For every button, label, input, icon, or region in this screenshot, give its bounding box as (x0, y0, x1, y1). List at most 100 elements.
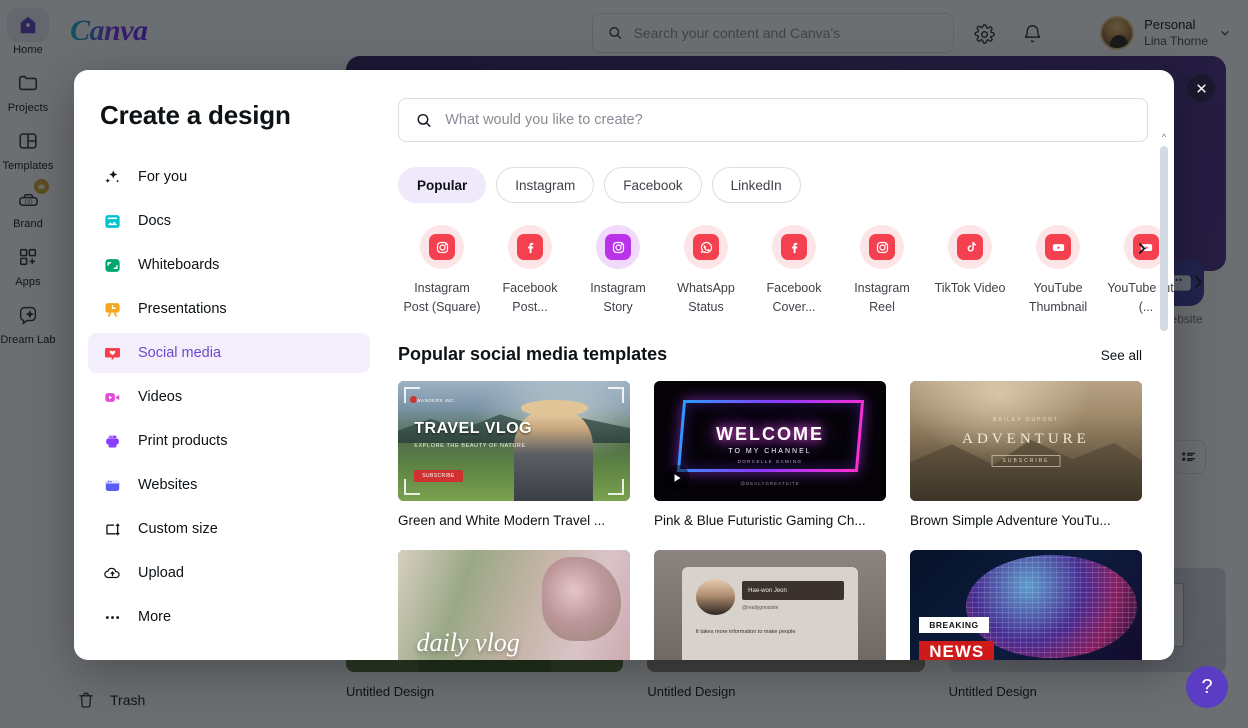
close-icon (1196, 83, 1206, 93)
template-card[interactable]: daily vlog (398, 549, 630, 660)
template-art-news-word: NEWS (919, 640, 995, 660)
nav-item-videos[interactable]: Videos (88, 377, 370, 417)
scrollbar-thumb[interactable] (1160, 146, 1168, 331)
nav-item-presentations[interactable]: Presentations (88, 289, 370, 329)
template-art-title: TRAVEL VLOG (414, 420, 533, 438)
nav-item-social-media[interactable]: Social media (88, 333, 370, 373)
nav-item-print-products[interactable]: Print products (88, 421, 370, 461)
design-type-instagram-story[interactable]: Instagram Story (574, 225, 662, 318)
template-thumbnail: daily vlog (398, 549, 630, 660)
template-art-title: ADVENTURE (962, 431, 1090, 448)
nav-label: Custom size (138, 521, 218, 537)
design-type-label: WhatsApp Status (677, 281, 735, 315)
design-type-instagram-reel[interactable]: Instagram Reel (838, 225, 926, 318)
design-type-label: Instagram Reel (854, 281, 910, 315)
nav-item-whiteboards[interactable]: Whiteboards (88, 245, 370, 285)
template-card[interactable]: BREAKING NEWS (910, 549, 1142, 660)
design-type-circle (948, 225, 992, 269)
see-all-link[interactable]: See all (1101, 348, 1142, 363)
design-type-whatsapp-status[interactable]: WhatsApp Status (662, 225, 750, 318)
chip-instagram[interactable]: Instagram (496, 167, 595, 203)
template-grid: WANDERS INC. TRAVEL VLOG EXPLORE THE BEA… (398, 380, 1148, 660)
chip-label: Facebook (623, 177, 683, 193)
modal-sidebar: Create a design For you Docs Whiteboards (74, 70, 384, 660)
design-type-facebook-cover[interactable]: Facebook Cover... (750, 225, 838, 318)
website-icon (102, 475, 122, 495)
design-type-label: TikTok Video (934, 281, 1006, 295)
whiteboard-icon (102, 255, 122, 275)
design-type-tiktok-video[interactable]: TikTok Video (926, 225, 1014, 318)
design-type-youtube-thumbnail[interactable]: YouTube Thumbnail (1014, 225, 1102, 318)
template-art-breaking: BREAKING (919, 616, 989, 633)
create-search-bar[interactable] (398, 98, 1148, 142)
template-label: Pink & Blue Futuristic Gaming Ch... (654, 512, 866, 528)
play-button[interactable] (664, 464, 690, 491)
instagram-icon (869, 234, 895, 260)
chip-linkedin[interactable]: LinkedIn (711, 167, 801, 203)
instagram-icon (605, 234, 631, 260)
template-art-news: BREAKING NEWS (910, 549, 1142, 660)
nav-item-websites[interactable]: Websites (88, 465, 370, 505)
template-art-title: WELCOME (716, 423, 824, 444)
design-type-carousel: Instagram Post (Square) Facebook Post...… (398, 225, 1174, 318)
chevron-down-icon: ˅ (1159, 658, 1169, 660)
design-type-next-button[interactable] (1128, 235, 1154, 261)
template-thumbnail: WELCOME TO MY CHANNEL DORCELLE GAMING @D… (654, 380, 886, 501)
design-type-circle (772, 225, 816, 269)
nav-label: Print products (138, 433, 228, 449)
template-art-sub: DORCELLE GAMING (737, 458, 803, 464)
design-type-circle (684, 225, 728, 269)
modal-scrollbar[interactable]: ^ ˅ (1159, 132, 1169, 660)
template-art-daily: daily vlog (398, 549, 630, 660)
facebook-icon (781, 234, 807, 260)
template-art-brand: WANDERS INC. (416, 397, 456, 403)
nav-label: Social media (138, 345, 222, 361)
presentation-icon (102, 299, 122, 319)
template-card[interactable]: WANDERS INC. TRAVEL VLOG EXPLORE THE BEA… (398, 380, 630, 528)
design-type-instagram-post-square[interactable]: Instagram Post (Square) (398, 225, 486, 318)
chip-label: Instagram (515, 177, 576, 193)
nav-item-custom-size[interactable]: Custom size (88, 509, 370, 549)
nav-item-docs[interactable]: Docs (88, 201, 370, 241)
template-art-adventure: BAILEY DUPONT ADVENTURE SUBSCRIBE (910, 380, 1142, 501)
design-type-circle (860, 225, 904, 269)
chip-popular[interactable]: Popular (398, 167, 487, 203)
template-art-button: SUBSCRIBE (414, 469, 463, 482)
chip-facebook[interactable]: Facebook (604, 167, 702, 203)
design-type-label: Facebook Cover... (766, 281, 822, 315)
sparkles-icon (102, 167, 122, 187)
heart-icon (102, 343, 122, 363)
template-art-channel: TO MY CHANNEL (728, 447, 812, 455)
upload-icon (102, 563, 122, 583)
design-type-circle (508, 225, 552, 269)
template-art-handle: @reallygreatsite (742, 604, 779, 611)
modal-content: Popular Instagram Facebook LinkedIn Inst… (384, 70, 1174, 660)
tiktok-icon (957, 234, 983, 260)
nav-item-more[interactable]: More (88, 597, 370, 637)
template-label: Green and White Modern Travel ... (398, 512, 606, 528)
category-chip-row: Popular Instagram Facebook LinkedIn (398, 167, 1148, 203)
more-dots-icon (102, 607, 122, 627)
nav-label: Whiteboards (138, 257, 220, 273)
template-thumbnail: BREAKING NEWS (910, 549, 1142, 660)
template-card[interactable]: WELCOME TO MY CHANNEL DORCELLE GAMING @D… (654, 380, 886, 528)
template-art-subtitle: EXPLORE THE BEAUTY OF NATURE (414, 443, 526, 450)
template-art-travel: WANDERS INC. TRAVEL VLOG EXPLORE THE BEA… (398, 380, 630, 501)
close-modal-button[interactable] (1187, 74, 1215, 102)
nav-item-upload[interactable]: Upload (88, 553, 370, 593)
template-card[interactable]: Hae-won Jeon @reallygreatsite It takes m… (654, 549, 886, 660)
nav-label: Docs (138, 213, 172, 229)
create-search-input[interactable] (445, 112, 1131, 128)
template-art-title: daily vlog (416, 627, 520, 657)
template-card[interactable]: BAILEY DUPONT ADVENTURE SUBSCRIBE Brown … (910, 380, 1142, 528)
design-type-facebook-post[interactable]: Facebook Post... (486, 225, 574, 318)
template-art-social: Hae-won Jeon @reallygreatsite It takes m… (654, 549, 886, 660)
chip-label: Popular (417, 177, 468, 193)
nav-label: For you (138, 169, 188, 185)
nav-item-for-you[interactable]: For you (88, 157, 370, 197)
chevron-up-icon: ^ (1161, 132, 1167, 142)
play-icon (674, 474, 681, 482)
help-button[interactable]: ? (1186, 666, 1228, 708)
design-type-circle (420, 225, 464, 269)
custom-size-icon (102, 519, 122, 539)
